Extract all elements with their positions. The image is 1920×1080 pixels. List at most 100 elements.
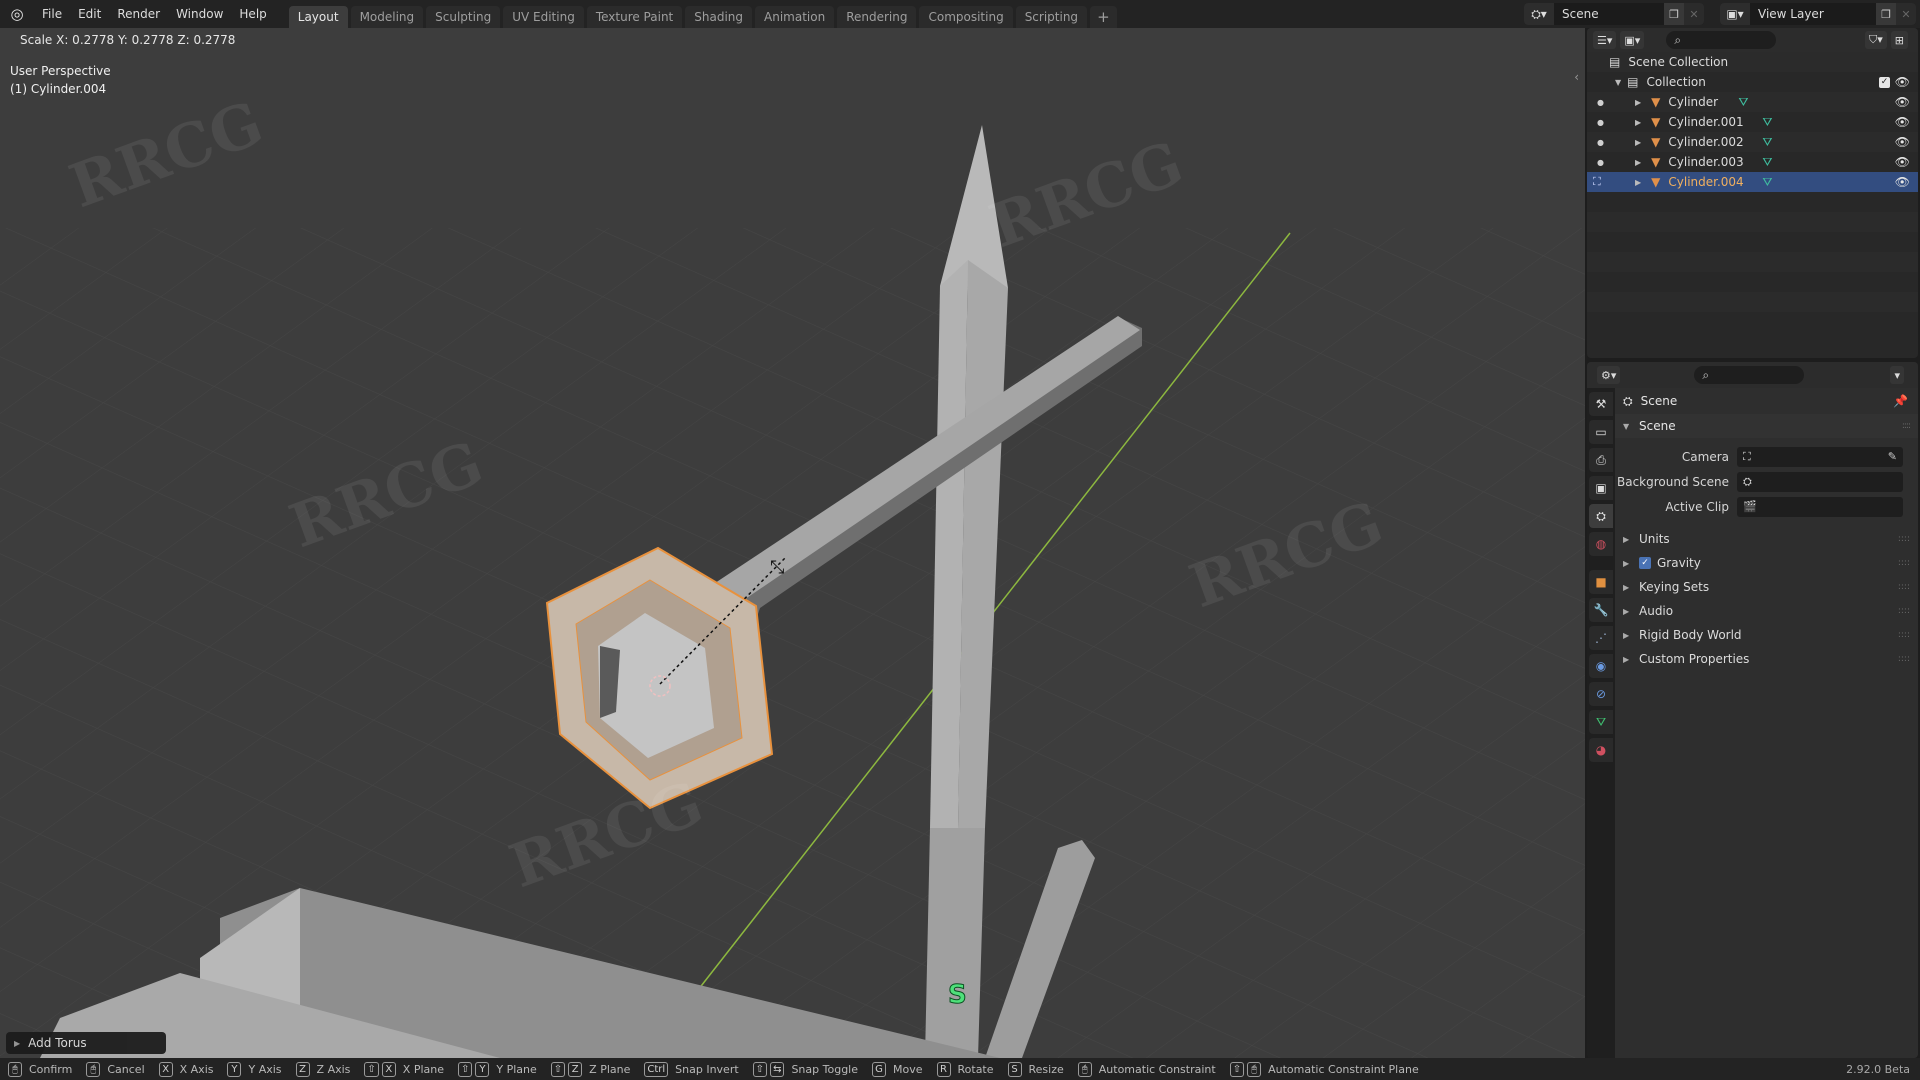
pin-icon[interactable]: 📌: [1893, 394, 1908, 408]
particles-tab-icon[interactable]: ⋰: [1589, 626, 1613, 650]
tab-uv-editing[interactable]: UV Editing: [503, 6, 584, 28]
camera-field[interactable]: ⛶ ✎: [1737, 446, 1903, 467]
audio-panel-header[interactable]: ▶ Audio ::::: [1615, 599, 1918, 623]
tab-animation[interactable]: Animation: [755, 6, 835, 28]
drag-handle-icon[interactable]: ::::: [1898, 630, 1910, 640]
drag-handle-icon[interactable]: ::::: [1898, 654, 1910, 664]
view-layer-name[interactable]: View Layer: [1750, 7, 1876, 21]
output-tab-icon[interactable]: ⎙: [1589, 448, 1613, 472]
outliner-search-input[interactable]: ⌕: [1666, 31, 1777, 49]
background-scene-field[interactable]: ⛭: [1737, 471, 1903, 492]
properties-search-input[interactable]: ⌕: [1694, 366, 1805, 384]
drag-handle-icon[interactable]: ::::: [1898, 558, 1910, 568]
blender-logo-icon[interactable]: ◎: [0, 0, 34, 28]
tab-sculpting[interactable]: Sculpting: [426, 6, 501, 28]
display-mode-button[interactable]: ☰▾: [1593, 31, 1617, 49]
units-panel-header[interactable]: ▶ Units ::::: [1615, 527, 1918, 551]
visibility-eye-icon[interactable]: 👁: [1895, 95, 1910, 109]
drag-handle-icon[interactable]: ::::: [1898, 582, 1910, 592]
options-dropdown[interactable]: ▾: [1890, 366, 1904, 384]
new-scene-button[interactable]: ❐: [1664, 3, 1684, 25]
outliner-item-cylinder[interactable]: ● ▶ ▼ Cylinder ⛛ 👁: [1587, 92, 1918, 112]
scene-panel-header[interactable]: ▼ Scene ::::: [1615, 414, 1918, 438]
visibility-eye-icon[interactable]: 👁: [1895, 135, 1910, 149]
tab-shading[interactable]: Shading: [685, 6, 752, 28]
physics-tab-icon[interactable]: ◉: [1589, 654, 1613, 678]
expand-triangle-icon[interactable]: ▶: [1635, 158, 1641, 167]
scene-tab-icon[interactable]: ⛭: [1589, 504, 1613, 528]
render-tab-icon[interactable]: ▭: [1589, 420, 1613, 444]
world-tab-icon[interactable]: ◍: [1589, 532, 1613, 556]
exclude-checkbox[interactable]: ✓: [1879, 76, 1890, 88]
view-layer-selector[interactable]: ▣▾ View Layer ❐ ✕: [1720, 3, 1916, 25]
tab-rendering[interactable]: Rendering: [837, 6, 917, 28]
object-tab-icon[interactable]: ■: [1589, 570, 1613, 594]
menu-file[interactable]: File: [34, 0, 70, 28]
scene-selector[interactable]: ⛭▾ Scene ❐ ✕: [1524, 3, 1704, 25]
tab-scripting[interactable]: Scripting: [1015, 6, 1088, 28]
custom-properties-panel-header[interactable]: ▶ Custom Properties ::::: [1615, 647, 1918, 671]
view-layer-tab-icon[interactable]: ▣: [1589, 476, 1613, 500]
outliner-item-cylinder-002[interactable]: ● ▶ ▼ Cylinder.002 ⛛ 👁: [1587, 132, 1918, 152]
tab-modeling[interactable]: Modeling: [350, 6, 424, 28]
menu-help[interactable]: Help: [231, 0, 274, 28]
filter-button[interactable]: ⛉▾: [1865, 31, 1887, 49]
sidebar-toggle-icon[interactable]: ‹: [1574, 70, 1579, 84]
outliner-collection[interactable]: ▼ ▤ Collection ✓ 👁: [1587, 72, 1918, 92]
tab-texture-paint[interactable]: Texture Paint: [586, 6, 683, 28]
edit-mode-icon[interactable]: ⛶: [1593, 175, 1601, 189]
new-view-layer-button[interactable]: ❐: [1876, 3, 1896, 25]
drag-handle-icon[interactable]: ::::: [1898, 534, 1910, 544]
outliner-item-cylinder-001[interactable]: ● ▶ ▼ Cylinder.001 ⛛ 👁: [1587, 112, 1918, 132]
tab-layout[interactable]: Layout: [288, 6, 348, 28]
gravity-checkbox[interactable]: ✓: [1639, 557, 1651, 569]
expand-triangle-icon[interactable]: ▶: [1635, 178, 1641, 187]
mesh-data-icon[interactable]: ⛛: [1738, 95, 1748, 110]
view-layer-icon[interactable]: ▣▾: [1720, 3, 1750, 25]
mesh-data-icon[interactable]: ⛛: [1762, 175, 1772, 190]
new-collection-button[interactable]: ⊞: [1890, 31, 1908, 49]
menu-edit[interactable]: Edit: [70, 0, 109, 28]
visibility-eye-icon[interactable]: 👁: [1895, 155, 1910, 169]
view-layer-filter-button[interactable]: ▣▾: [1620, 31, 1645, 49]
collection-label: Collection: [1646, 75, 1706, 89]
editor-type-button[interactable]: ⚙▾: [1597, 366, 1621, 384]
gravity-panel-header[interactable]: ▶ ✓ Gravity ::::: [1615, 551, 1918, 575]
tab-compositing[interactable]: Compositing: [919, 6, 1013, 28]
expand-triangle-icon[interactable]: ▶: [1635, 138, 1641, 147]
outliner-item-cylinder-003[interactable]: ● ▶ ▼ Cylinder.003 ⛛ 👁: [1587, 152, 1918, 172]
outliner-item-cylinder-004[interactable]: ⛶ ▶ ▼ Cylinder.004 ⛛ 👁: [1587, 172, 1918, 192]
mesh-object-icon: ▼: [1651, 95, 1661, 109]
drag-handle-icon[interactable]: ::::: [1898, 606, 1910, 616]
collapse-triangle-icon: ▼: [1623, 421, 1630, 431]
delete-scene-button[interactable]: ✕: [1684, 3, 1704, 25]
eyedropper-icon[interactable]: ✎: [1888, 450, 1897, 463]
3d-viewport[interactable]: ⤡ RRCG RRCG RRCG RRCG RRCG S Scale X: 0.…: [0, 28, 1585, 1058]
drag-handle-icon[interactable]: ::::: [1902, 421, 1911, 431]
rigid-body-world-panel-header[interactable]: ▶ Rigid Body World ::::: [1615, 623, 1918, 647]
mesh-data-icon[interactable]: ⛛: [1762, 155, 1772, 170]
scene-icon[interactable]: ⛭▾: [1524, 3, 1554, 25]
outliner-scene-collection[interactable]: ▤ Scene Collection: [1587, 52, 1918, 72]
keying-sets-panel-header[interactable]: ▶ Keying Sets ::::: [1615, 575, 1918, 599]
mesh-data-icon[interactable]: ⛛: [1762, 115, 1772, 130]
constraints-tab-icon[interactable]: ⊘: [1589, 682, 1613, 706]
redo-panel[interactable]: ▶ Add Torus: [6, 1032, 166, 1054]
visibility-eye-icon[interactable]: 👁: [1895, 115, 1910, 129]
tool-tab-icon[interactable]: ⚒: [1589, 392, 1613, 416]
menu-window[interactable]: Window: [168, 0, 231, 28]
active-clip-field[interactable]: 🎬: [1737, 496, 1903, 517]
data-tab-icon[interactable]: ⛛: [1589, 710, 1613, 734]
menu-render[interactable]: Render: [109, 0, 168, 28]
add-workspace-button[interactable]: +: [1090, 6, 1117, 28]
modifiers-tab-icon[interactable]: 🔧: [1589, 598, 1613, 622]
visibility-eye-icon[interactable]: 👁: [1895, 75, 1910, 89]
mesh-data-icon[interactable]: ⛛: [1762, 135, 1772, 150]
expand-triangle-icon[interactable]: ▶: [1635, 118, 1641, 127]
expand-triangle-icon[interactable]: ▶: [1635, 98, 1641, 107]
delete-view-layer-button[interactable]: ✕: [1896, 3, 1916, 25]
collapse-triangle-icon[interactable]: ▼: [1615, 78, 1621, 87]
material-tab-icon[interactable]: ◕: [1589, 738, 1613, 762]
scene-name[interactable]: Scene: [1554, 7, 1664, 21]
visibility-eye-icon[interactable]: 👁: [1895, 175, 1910, 189]
